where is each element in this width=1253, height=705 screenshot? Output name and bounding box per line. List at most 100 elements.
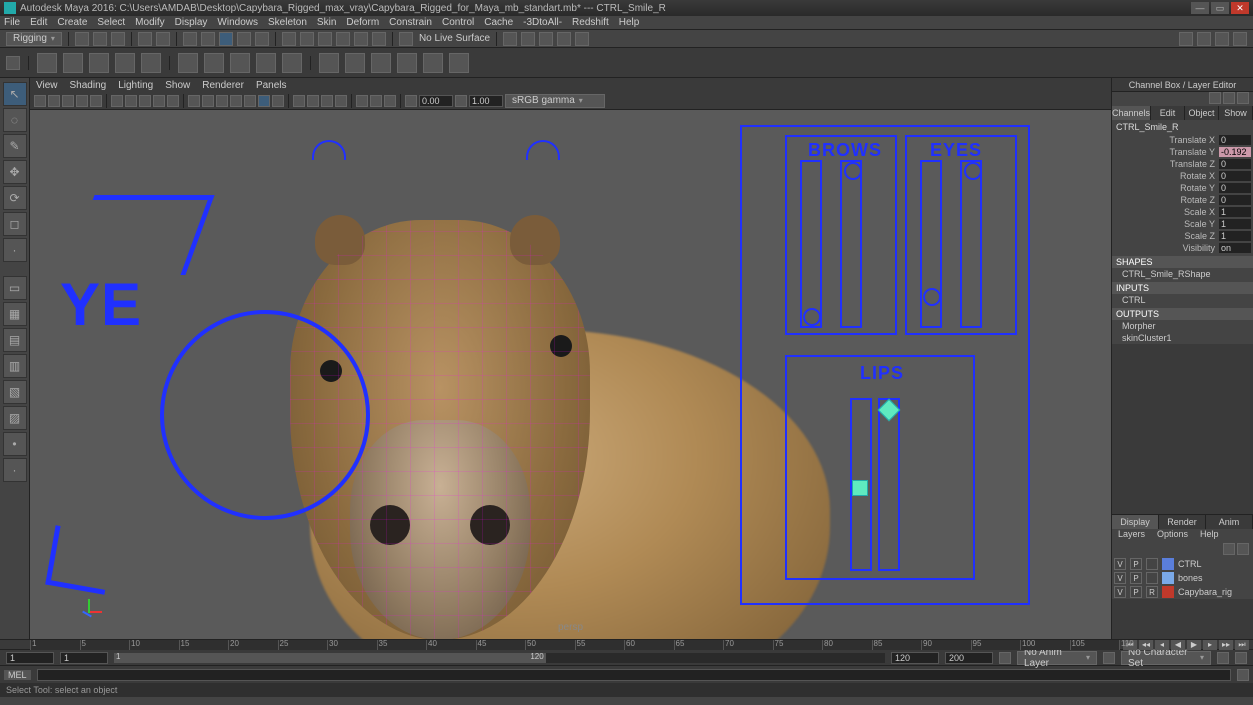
layer-playback-toggle[interactable]: P [1130, 572, 1142, 584]
anim-layer-dropdown[interactable]: No Anim Layer [1017, 651, 1097, 665]
panel-menu-show[interactable]: Show [165, 80, 190, 91]
cb-icon[interactable] [1223, 92, 1235, 104]
layout-icon[interactable]: · [3, 458, 27, 482]
goto-end-button[interactable]: ⏭ [1235, 640, 1249, 650]
shelf-button[interactable] [423, 53, 443, 73]
vp-icon[interactable] [76, 95, 88, 107]
layout-icon[interactable]: ▤ [3, 328, 27, 352]
shelf-button[interactable] [397, 53, 417, 73]
character-set-dropdown[interactable]: No Character Set [1121, 651, 1211, 665]
panel-menu-shading[interactable]: Shading [70, 80, 107, 91]
panel-layout-icon[interactable] [1215, 32, 1229, 46]
layer-menu-layers[interactable]: Layers [1112, 529, 1151, 543]
menu-redshift[interactable]: Redshift [572, 17, 609, 28]
vp-icon[interactable] [307, 95, 319, 107]
attr-value[interactable]: 1 [1219, 219, 1251, 229]
prefs-icon[interactable] [1235, 652, 1247, 664]
move-tool[interactable]: ✥ [3, 160, 27, 184]
menu-3dtoall[interactable]: -3DtoAll- [523, 17, 562, 28]
menu-deform[interactable]: Deform [346, 17, 379, 28]
attr-value[interactable]: 0 [1219, 171, 1251, 181]
menu-edit[interactable]: Edit [30, 17, 47, 28]
sel-mode-icon[interactable] [219, 32, 233, 46]
vp-icon[interactable] [272, 95, 284, 107]
scale-tool[interactable]: ◻ [3, 212, 27, 236]
rig-brow-handle-left[interactable] [803, 308, 821, 326]
menu-display[interactable]: Display [175, 17, 208, 28]
layer-ref-toggle[interactable] [1146, 558, 1158, 570]
vp-icon[interactable] [167, 95, 179, 107]
exposure-field[interactable]: 0.00 [419, 95, 453, 107]
sel-mode-icon[interactable] [255, 32, 269, 46]
character-set-icon[interactable] [1103, 652, 1115, 664]
cb-icon[interactable] [1209, 92, 1221, 104]
rig-arrow-left[interactable] [65, 195, 214, 275]
step-back-key-button[interactable]: ◂◂ [1139, 640, 1153, 650]
menu-file[interactable]: File [4, 17, 20, 28]
vp-icon[interactable] [111, 95, 123, 107]
layout-four-icon[interactable]: ▦ [3, 302, 27, 326]
shelf-button[interactable] [37, 53, 57, 73]
rig-lip-handle-left-selected[interactable] [852, 480, 868, 496]
vp-icon[interactable] [90, 95, 102, 107]
vp-icon[interactable] [356, 95, 368, 107]
redo-icon[interactable] [156, 32, 170, 46]
section-shapes[interactable]: SHAPES [1112, 256, 1253, 268]
shelf-button[interactable] [204, 53, 224, 73]
construction-history-icon[interactable] [503, 32, 517, 46]
render-settings-icon[interactable] [557, 32, 571, 46]
play-forward-button[interactable]: ▶ [1187, 640, 1201, 650]
cb-icon[interactable] [1237, 92, 1249, 104]
menu-constrain[interactable]: Constrain [389, 17, 432, 28]
layer-row[interactable]: VPbones [1112, 571, 1253, 585]
vp-icon[interactable] [370, 95, 382, 107]
cb-tab-edit[interactable]: Edit [1151, 106, 1185, 120]
menu-help[interactable]: Help [619, 17, 640, 28]
vp-icon[interactable] [244, 95, 256, 107]
rig-eye-slider-right[interactable] [960, 160, 982, 328]
layer-name[interactable]: bones [1178, 573, 1203, 583]
vp-icon[interactable] [125, 95, 137, 107]
shelf-button[interactable] [178, 53, 198, 73]
rotate-tool[interactable]: ⟳ [3, 186, 27, 210]
step-forward-key-button[interactable]: ▸▸ [1219, 640, 1233, 650]
vp-icon[interactable] [48, 95, 60, 107]
vp-icon[interactable] [153, 95, 165, 107]
live-surface-icon[interactable] [399, 32, 413, 46]
panel-menu-lighting[interactable]: Lighting [118, 80, 153, 91]
layer-color-swatch[interactable] [1162, 558, 1174, 570]
sel-mode-icon[interactable] [201, 32, 215, 46]
vp-icon[interactable] [202, 95, 214, 107]
snap-icon[interactable] [300, 32, 314, 46]
attr-value[interactable]: 1 [1219, 207, 1251, 217]
lasso-tool[interactable]: ◌ [3, 108, 27, 132]
attr-value[interactable]: 0 [1219, 135, 1251, 145]
last-tool[interactable]: · [3, 238, 27, 262]
selected-object-name[interactable]: CTRL_Smile_R [1112, 120, 1253, 134]
cb-tab-channels[interactable]: Channels [1112, 106, 1151, 120]
paint-select-tool[interactable]: ✎ [3, 134, 27, 158]
shelf-button[interactable] [371, 53, 391, 73]
layer-row[interactable]: VPCTRL [1112, 557, 1253, 571]
layout-icon[interactable]: ▥ [3, 354, 27, 378]
layer-menu-options[interactable]: Options [1151, 529, 1194, 543]
exposure-icon[interactable] [405, 95, 417, 107]
panel-layout-icon[interactable] [1179, 32, 1193, 46]
layer-tab-display[interactable]: Display [1112, 515, 1159, 529]
render-icon[interactable] [539, 32, 553, 46]
attr-value[interactable]: -0.192 [1219, 147, 1251, 157]
rig-ear-ctrl-left[interactable] [312, 140, 346, 160]
menu-skin[interactable]: Skin [317, 17, 336, 28]
vp-icon[interactable] [293, 95, 305, 107]
layer-visibility-toggle[interactable]: V [1114, 586, 1126, 598]
sel-mode-icon[interactable] [183, 32, 197, 46]
range-slider-range[interactable] [114, 653, 546, 663]
panel-menu-panels[interactable]: Panels [256, 80, 287, 91]
autokey-icon[interactable] [1217, 652, 1229, 664]
layer-ref-toggle[interactable]: R [1146, 586, 1158, 598]
layer-visibility-toggle[interactable]: V [1114, 572, 1126, 584]
shelf-button[interactable] [282, 53, 302, 73]
rig-eye-circle-left[interactable] [160, 310, 370, 520]
vp-icon[interactable] [335, 95, 347, 107]
snap-icon[interactable] [354, 32, 368, 46]
